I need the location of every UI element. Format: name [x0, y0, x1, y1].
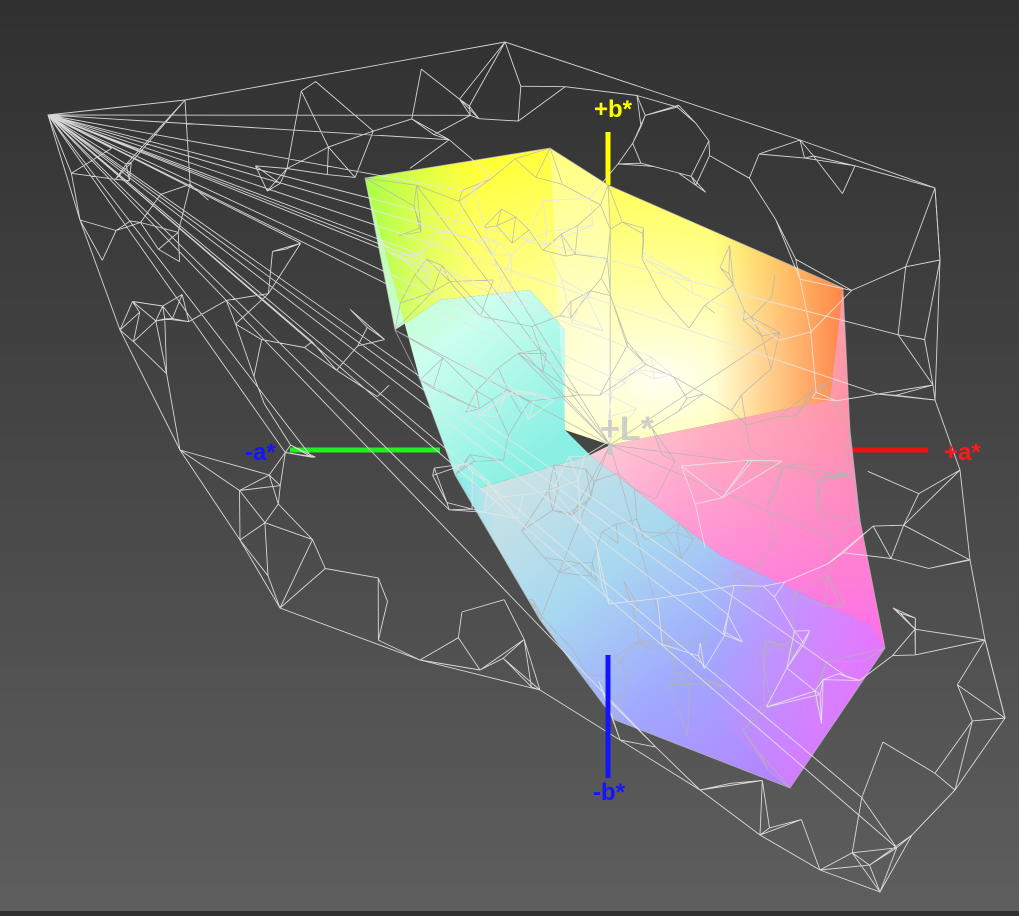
- gamut-3d-canvas[interactable]: +b* -b* +a* -a* +L*: [0, 0, 1019, 911]
- axis-label-minus-a: -a*: [245, 439, 276, 466]
- axis-label-minus-b: -b*: [593, 779, 626, 806]
- axis-label-plus-b: +b*: [594, 96, 633, 123]
- gamut-view[interactable]: +b* -b* +a* -a* +L*: [0, 0, 1019, 911]
- axis-label-plus-L: +L*: [600, 410, 655, 448]
- axis-label-plus-a: +a*: [944, 439, 981, 466]
